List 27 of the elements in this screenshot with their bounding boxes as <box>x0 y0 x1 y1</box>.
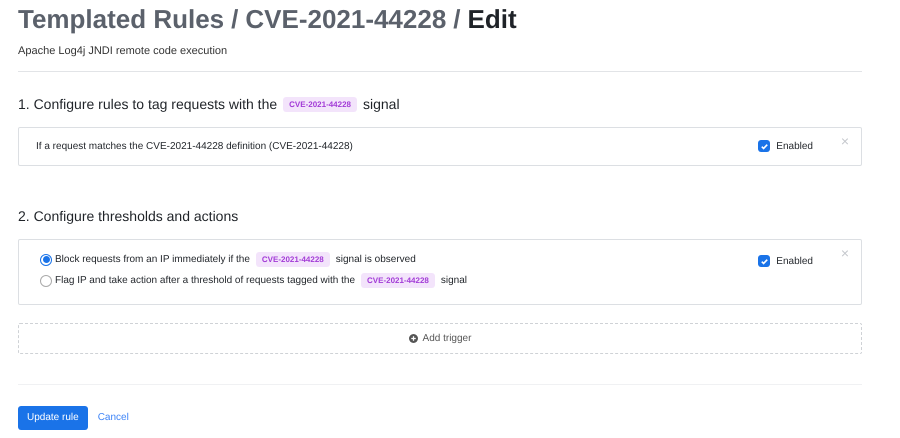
enabled-checkbox[interactable] <box>758 255 770 267</box>
update-rule-button[interactable]: Update rule <box>18 406 88 430</box>
add-trigger-button[interactable]: Add trigger <box>18 322 862 354</box>
page-subtitle: Apache Log4j JNDI remote code execution <box>18 44 228 59</box>
breadcrumb-link[interactable]: CVE-2021-44228 <box>245 4 446 34</box>
breadcrumb-separator: / <box>231 4 238 34</box>
section-heading: signal <box>362 94 400 114</box>
enabled-checkbox[interactable] <box>758 140 770 152</box>
signal-tag: CVE-2021-44228 <box>361 273 435 288</box>
breadcrumb-separator: / <box>453 4 461 34</box>
section-heading: 1. Configure rules to tag requests with the <box>18 94 278 114</box>
enabled-label: Enabled <box>776 254 813 268</box>
option-text: Block requests from an IP immediately if the <box>55 253 250 267</box>
cancel-link[interactable]: Cancel <box>98 410 129 425</box>
section-heading: 2. Configure thresholds and actions <box>18 206 238 226</box>
page-title: Edit <box>468 4 517 34</box>
option-text: Flag IP and take action after a threshold of requests tagged with the <box>55 274 356 288</box>
signal-tag: CVE-2021-44228 <box>256 252 330 267</box>
option-text: signal <box>440 274 467 288</box>
plus-circle-icon <box>408 334 418 342</box>
rule-text: If a request matches the CVE-2021-44228 definition (CVE-2021-44228) <box>36 140 354 154</box>
breadcrumb-link[interactable]: Templated Rules <box>18 4 224 34</box>
radio-button[interactable] <box>40 274 52 286</box>
option-text: signal is observed <box>336 253 416 267</box>
radio-button[interactable] <box>40 254 52 266</box>
enabled-label: Enabled <box>776 140 813 154</box>
signal-tag: CVE-2021-44228 <box>283 96 357 112</box>
